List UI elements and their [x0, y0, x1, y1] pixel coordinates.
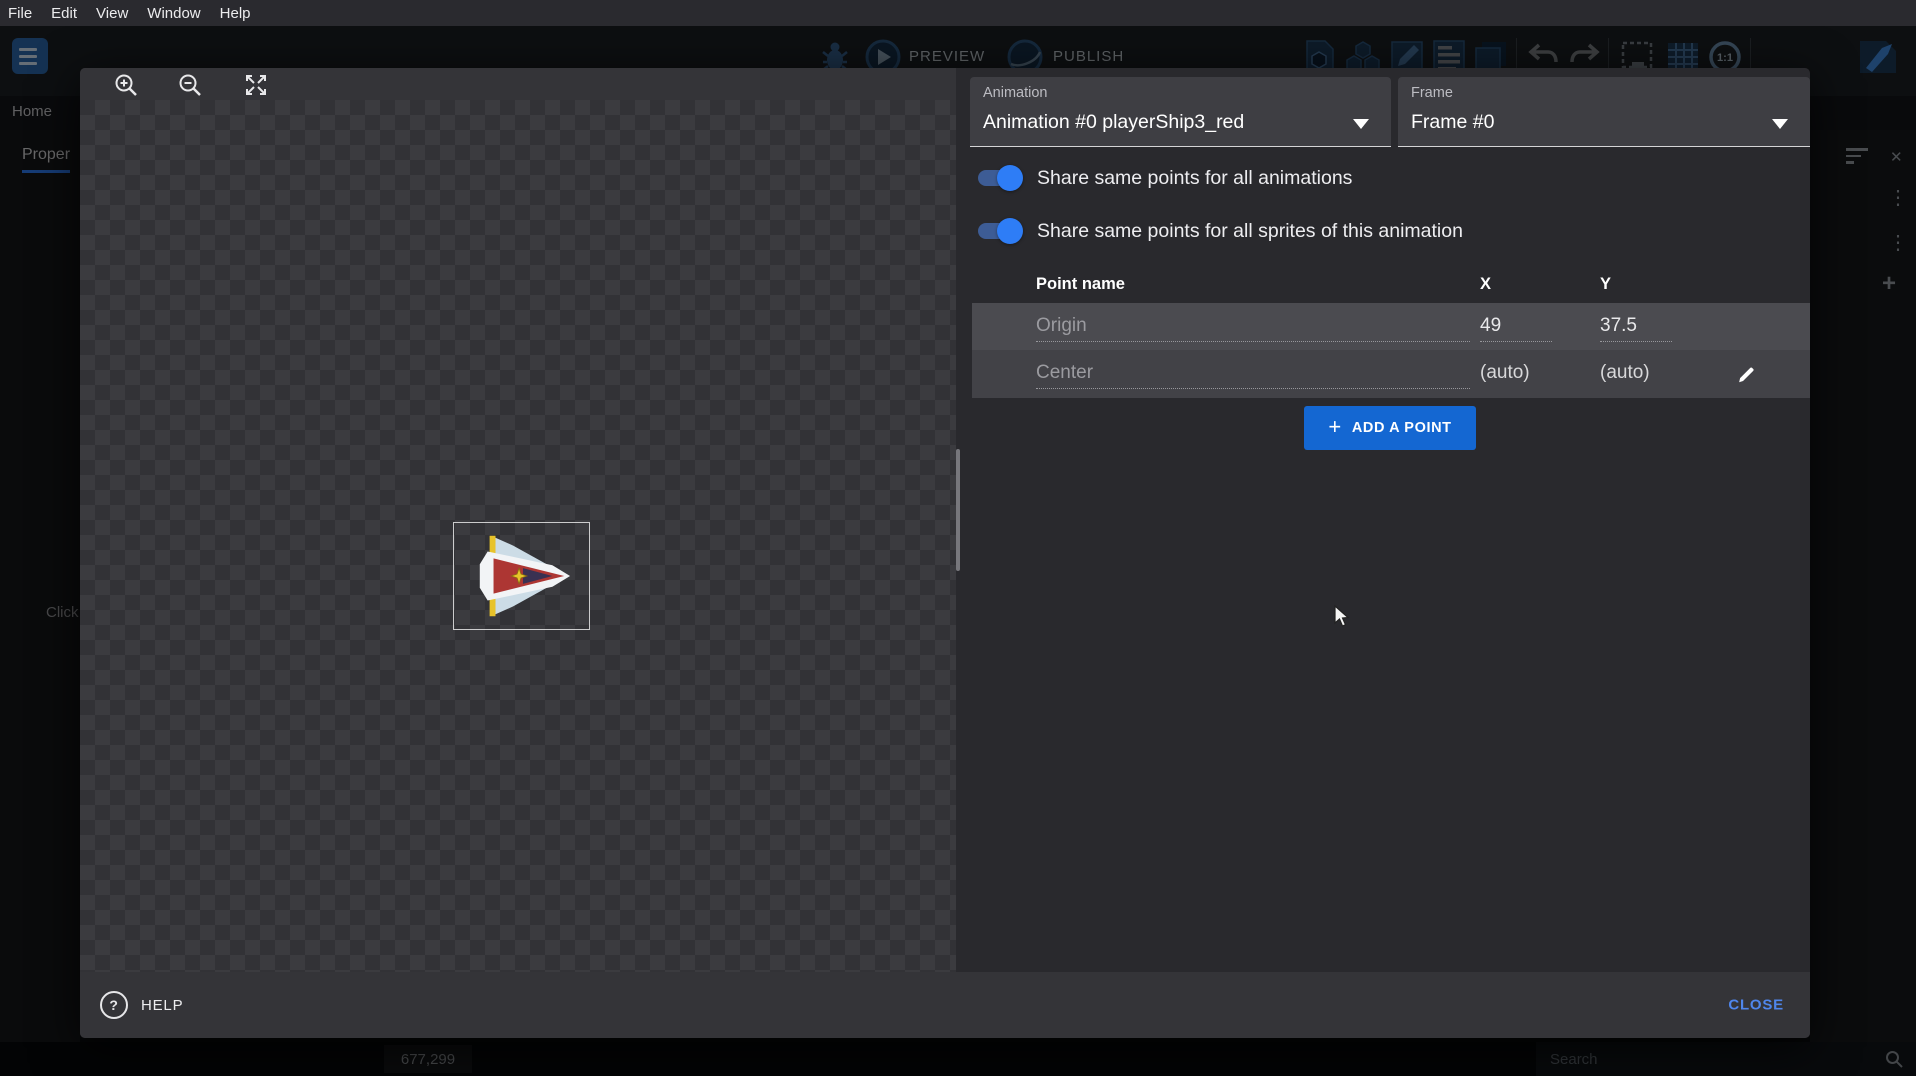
- zoom-in-icon[interactable]: [112, 71, 140, 99]
- add-a-point-label: ADD A POINT: [1352, 420, 1452, 436]
- pencil-icon: [1736, 364, 1757, 385]
- point-x-field[interactable]: 49: [1480, 311, 1552, 342]
- zoom-out-icon[interactable]: [176, 71, 204, 99]
- animation-select-label: Animation: [983, 85, 1047, 101]
- sprite-selection-box: [453, 522, 590, 630]
- chevron-down-icon: [1772, 119, 1788, 129]
- point-name-field[interactable]: Center: [1036, 358, 1470, 389]
- column-header-y: Y: [1600, 275, 1611, 294]
- frame-select-value: Frame #0: [1411, 111, 1494, 134]
- fit-to-screen-icon[interactable]: [242, 71, 270, 99]
- chevron-down-icon: [1353, 119, 1369, 129]
- help-label: HELP: [141, 997, 183, 1014]
- dialog-footer: ? HELP CLOSE: [80, 972, 1810, 1038]
- edit-center-point-button[interactable]: [1728, 357, 1764, 391]
- share-points-all-sprites-row: Share same points for all sprites of thi…: [978, 216, 1463, 246]
- sprite-canvas[interactable]: [80, 100, 956, 972]
- plus-icon: +: [1328, 414, 1341, 440]
- column-header-x: X: [1480, 275, 1491, 294]
- toggle-label: Share same points for all sprites of thi…: [1037, 220, 1463, 243]
- animation-select-value: Animation #0 playerShip3_red: [983, 111, 1244, 134]
- add-a-point-button[interactable]: + ADD A POINT: [1304, 406, 1476, 450]
- column-header-point-name: Point name: [1036, 275, 1125, 294]
- share-points-all-animations-row: Share same points for all animations: [978, 163, 1352, 193]
- app-window: File Edit View Window Help PREVIEW PUBLI…: [0, 0, 1916, 1076]
- canvas-toolbar: [80, 68, 956, 100]
- point-y-auto-value: (auto): [1600, 358, 1672, 388]
- menu-window[interactable]: Window: [147, 5, 200, 22]
- point-name-field[interactable]: Origin: [1036, 311, 1470, 342]
- point-x-auto-value: (auto): [1480, 358, 1552, 388]
- share-points-all-animations-toggle[interactable]: [978, 170, 1020, 186]
- menu-help[interactable]: Help: [220, 5, 251, 22]
- share-points-all-sprites-toggle[interactable]: [978, 223, 1020, 239]
- frame-select[interactable]: Frame Frame #0: [1398, 77, 1810, 147]
- menu-view[interactable]: View: [96, 5, 128, 22]
- canvas-scrollbar-thumb[interactable]: [956, 449, 960, 571]
- question-mark-icon: ?: [100, 991, 128, 1019]
- toggle-label: Share same points for all animations: [1037, 167, 1352, 190]
- close-button[interactable]: CLOSE: [1728, 997, 1784, 1014]
- edit-points-dialog: Animation Animation #0 playerShip3_red F…: [80, 68, 1810, 1038]
- animation-select[interactable]: Animation Animation #0 playerShip3_red: [970, 77, 1391, 147]
- point-row-center: Center (auto) (auto): [972, 350, 1810, 398]
- menu-bar: File Edit View Window Help: [0, 0, 1916, 26]
- menu-file[interactable]: File: [8, 5, 32, 22]
- mouse-cursor: [1330, 604, 1350, 628]
- player-ship-sprite: [454, 523, 589, 629]
- frame-select-label: Frame: [1411, 85, 1453, 101]
- point-row-origin: Origin 49 37.5: [972, 303, 1810, 350]
- help-button[interactable]: ? HELP: [100, 991, 183, 1019]
- menu-edit[interactable]: Edit: [51, 5, 77, 22]
- point-y-field[interactable]: 37.5: [1600, 311, 1672, 342]
